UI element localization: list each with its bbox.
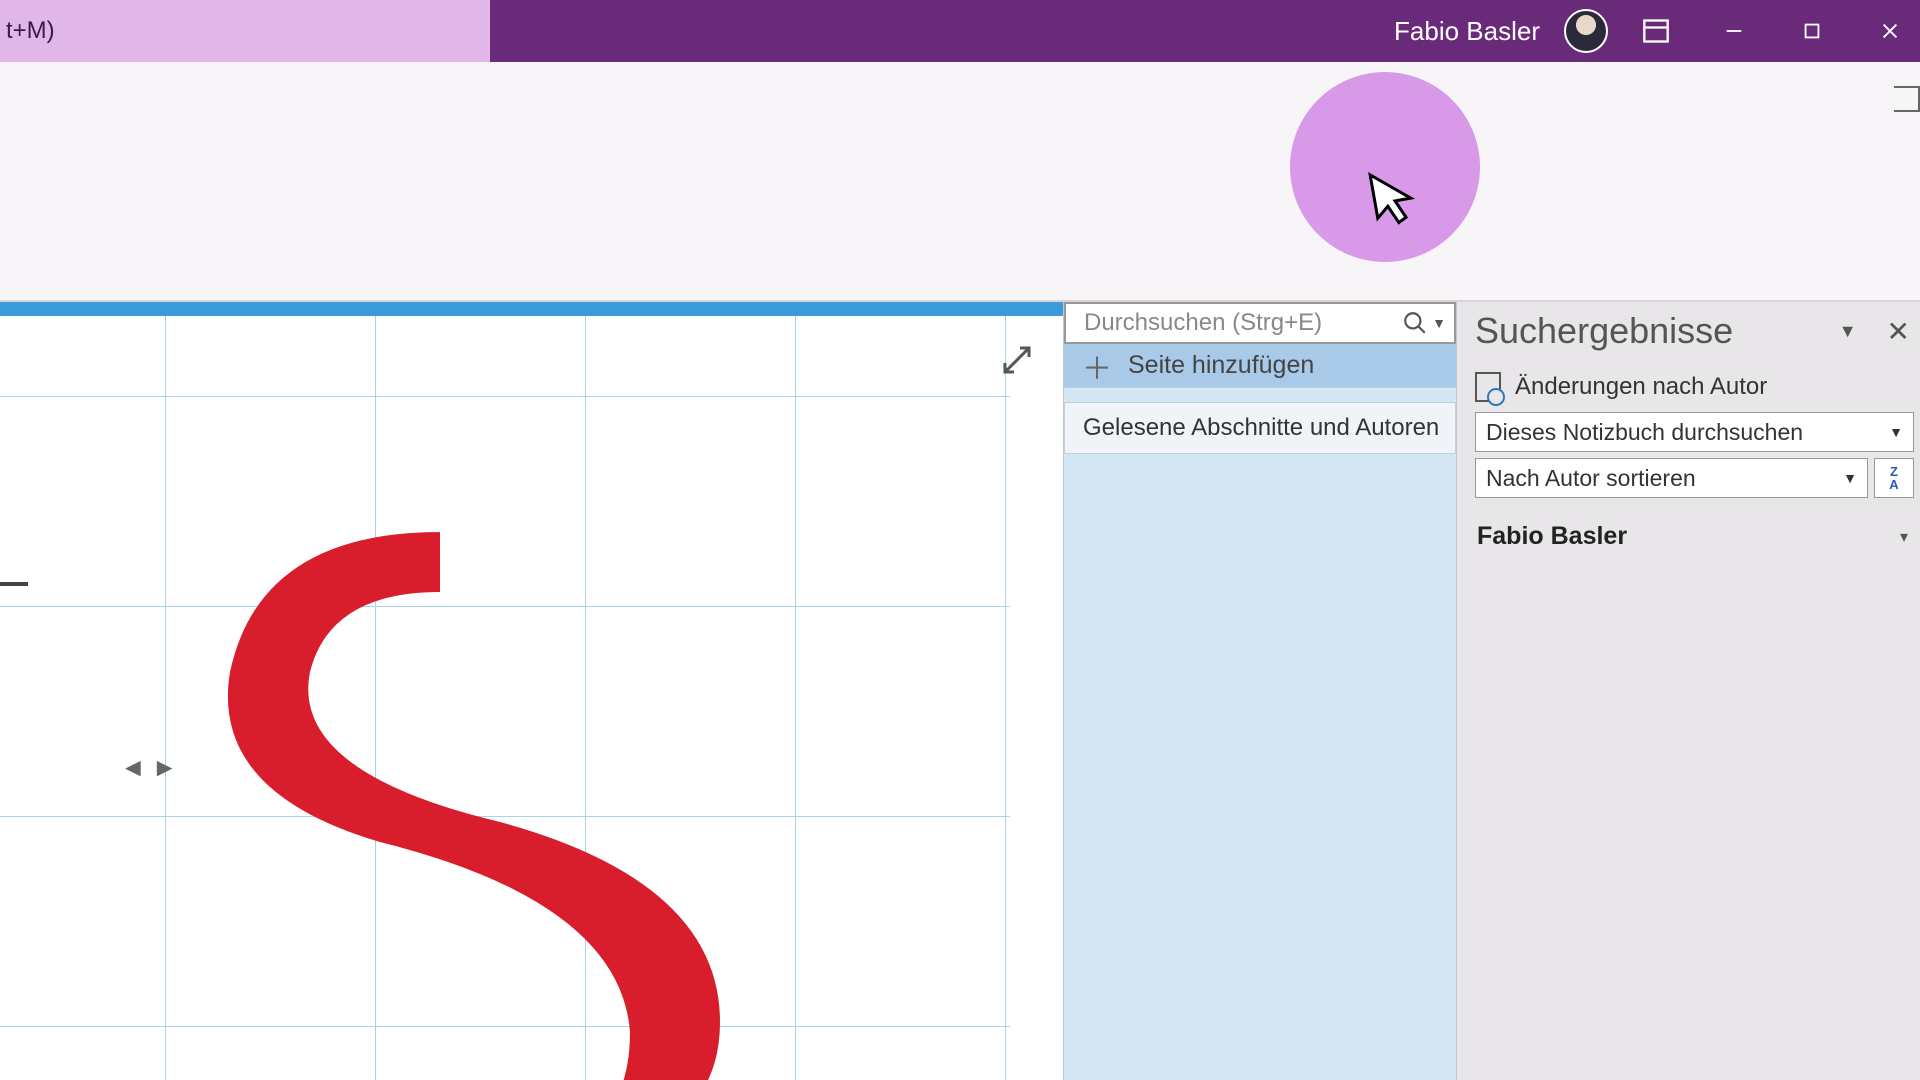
plus-icon: ＋ bbox=[1082, 344, 1112, 388]
tell-me-search[interactable]: t+M) bbox=[0, 0, 490, 62]
search-scope-caret-icon[interactable]: ▼ bbox=[1432, 315, 1446, 331]
search-results-panel: Suchergebnisse ▼ ✕ Änderungen nach Autor… bbox=[1457, 302, 1920, 1080]
ribbon bbox=[0, 62, 1920, 302]
changes-by-author-label: Änderungen nach Autor bbox=[1515, 373, 1767, 401]
avatar[interactable] bbox=[1564, 9, 1608, 53]
author-group[interactable]: Fabio Basler ▾ bbox=[1475, 510, 1914, 551]
chevron-down-icon: ▼ bbox=[1889, 424, 1903, 440]
titlebar-right: Fabio Basler bbox=[1394, 0, 1920, 62]
close-icon[interactable] bbox=[1860, 0, 1920, 62]
results-menu-caret-icon[interactable]: ▼ bbox=[1839, 321, 1857, 342]
add-page-button[interactable]: ＋ Seite hinzufügen bbox=[1064, 344, 1456, 388]
changes-by-author-row[interactable]: Änderungen nach Autor bbox=[1475, 368, 1914, 412]
titlebar-left: t+M) bbox=[0, 0, 490, 62]
minimize-icon[interactable] bbox=[1704, 0, 1764, 62]
sort-a-label: A bbox=[1889, 478, 1898, 491]
page-list-panel: ▼ ＋ Seite hinzufügen Gelesene Abschnitte… bbox=[1063, 302, 1457, 1080]
nav-right-icon[interactable]: ► bbox=[152, 752, 178, 783]
sort-value: Nach Autor sortieren bbox=[1486, 465, 1696, 492]
sort-select[interactable]: Nach Autor sortieren ▼ bbox=[1475, 458, 1868, 498]
search-box[interactable]: ▼ bbox=[1064, 302, 1456, 344]
note-canvas[interactable]: ◄ ► bbox=[0, 302, 1063, 1080]
search-scope-value: Dieses Notizbuch durchsuchen bbox=[1486, 419, 1803, 446]
expand-icon[interactable] bbox=[999, 342, 1035, 383]
page-author-icon bbox=[1475, 372, 1501, 402]
title-bar: t+M) Fabio Basler bbox=[0, 0, 1920, 62]
page-item[interactable]: Gelesene Abschnitte und Autoren bbox=[1064, 402, 1456, 454]
account-username[interactable]: Fabio Basler bbox=[1394, 16, 1546, 47]
ribbon-display-options-icon[interactable] bbox=[1626, 0, 1686, 62]
add-page-label: Seite hinzufügen bbox=[1128, 351, 1314, 380]
page-item-title: Gelesene Abschnitte und Autoren bbox=[1083, 414, 1439, 442]
search-scope-select[interactable]: Dieses Notizbuch durchsuchen ▼ bbox=[1475, 412, 1914, 452]
red-s-drawing bbox=[200, 462, 800, 1080]
close-panel-icon[interactable]: ✕ bbox=[1887, 315, 1910, 348]
chevron-down-icon: ▼ bbox=[1843, 470, 1857, 486]
content-area: ◄ ► ▼ ＋ Seite hinzufügen Gelesene Abschn… bbox=[0, 302, 1920, 1080]
sort-order-button[interactable]: Z A bbox=[1874, 458, 1914, 498]
section-tab-strip[interactable] bbox=[0, 302, 1063, 316]
tell-me-hint: t+M) bbox=[6, 17, 55, 45]
collapse-handle[interactable] bbox=[0, 582, 28, 586]
search-icon[interactable] bbox=[1402, 310, 1428, 336]
search-input[interactable] bbox=[1084, 309, 1402, 337]
page-nav-arrows[interactable]: ◄ ► bbox=[120, 752, 177, 783]
maximize-icon[interactable] bbox=[1782, 0, 1842, 62]
chevron-down-icon: ▾ bbox=[1900, 527, 1908, 547]
author-name: Fabio Basler bbox=[1477, 522, 1627, 551]
results-title: Suchergebnisse bbox=[1475, 310, 1733, 352]
nav-left-icon[interactable]: ◄ bbox=[120, 752, 146, 783]
results-header: Suchergebnisse ▼ ✕ bbox=[1475, 302, 1914, 368]
collapse-ribbon-icon[interactable] bbox=[1894, 86, 1920, 112]
